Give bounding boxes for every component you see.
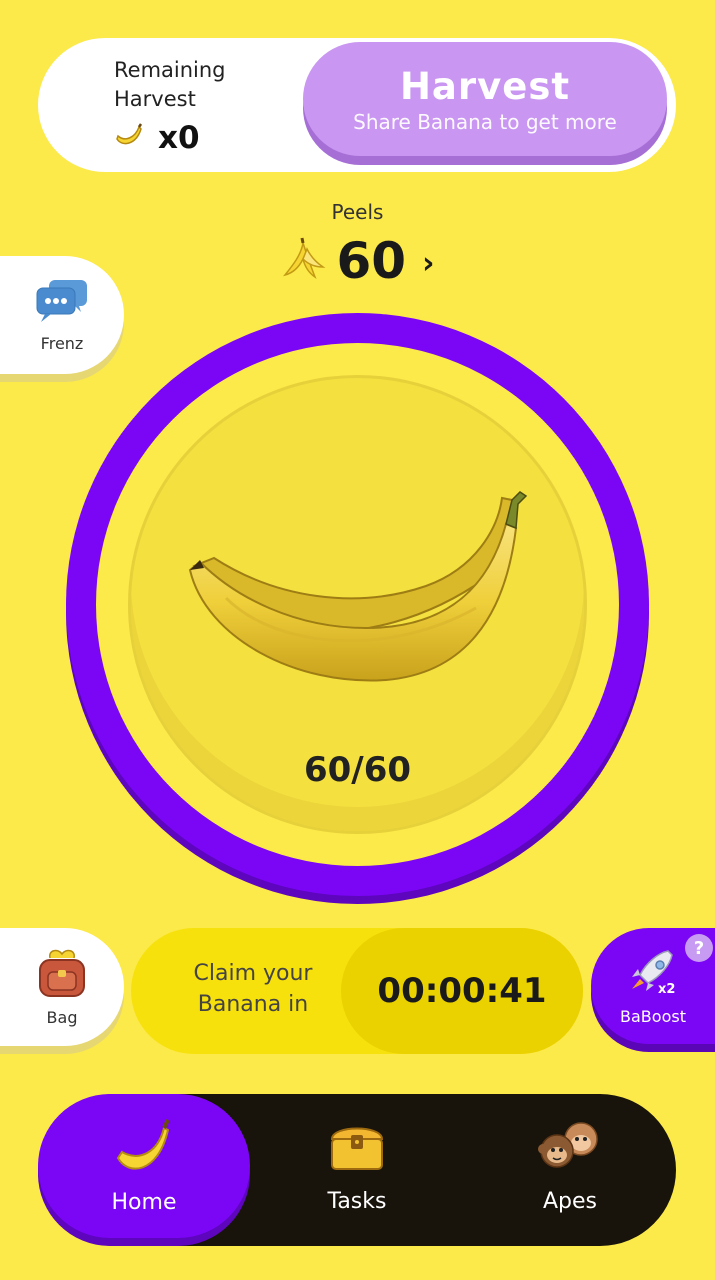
claim-timer: 00:00:41 [341, 928, 583, 1054]
bag-label: Bag [46, 1007, 78, 1027]
energy-counter: 60/60 [303, 750, 412, 790]
banana-icon [114, 1118, 174, 1180]
help-icon[interactable]: ? [685, 934, 713, 962]
baboost-label: BaBoost [620, 1006, 686, 1026]
bottom-nav: Home Tasks Apes [38, 1094, 676, 1246]
remaining-harvest-count: x0 [114, 120, 200, 156]
harvest-card: Remaining Harvest x0 Harvest Share Banan… [38, 38, 676, 172]
nav-tasks[interactable]: Tasks [254, 1094, 460, 1238]
nav-apes-label: Apes [542, 1188, 597, 1214]
harvest-button-subtitle: Share Banana to get more [353, 109, 617, 134]
chevron-right-icon: › [422, 245, 435, 281]
nav-apes[interactable]: Apes [464, 1094, 676, 1238]
banana-icon [186, 488, 531, 697]
banana-icon [114, 123, 144, 153]
harvest-button-title: Harvest [399, 64, 571, 108]
baboost-button[interactable]: ? x2 BaBoost [591, 928, 715, 1044]
chat-bubbles-icon [35, 278, 89, 328]
harvest-button[interactable]: Harvest Share Banana to get more [303, 42, 667, 156]
nav-home[interactable]: Home [38, 1094, 250, 1238]
banana-tap-area[interactable]: 60/60 [128, 375, 587, 834]
remaining-count-value: x0 [158, 120, 200, 156]
peels-value: 60 [336, 232, 407, 290]
treasure-chest-icon [328, 1119, 386, 1179]
frenz-button[interactable]: Frenz [0, 256, 124, 374]
peels-label: Peels [331, 200, 384, 224]
backpack-icon [36, 948, 88, 1002]
monkeys-icon [537, 1119, 603, 1179]
banana-ring: 60/60 [66, 313, 649, 896]
nav-home-label: Home [111, 1189, 177, 1215]
frenz-label: Frenz [40, 333, 84, 353]
remaining-harvest-label: Remaining Harvest [114, 58, 226, 111]
claim-bar[interactable]: Claim your Banana in 00:00:41 [131, 928, 583, 1054]
nav-tasks-label: Tasks [327, 1188, 387, 1214]
claim-label: Claim your Banana in [193, 961, 313, 1017]
boost-multiplier: x2 [658, 982, 675, 997]
banana-peel-icon [281, 237, 327, 285]
bag-button[interactable]: Bag [0, 928, 124, 1046]
rocket-icon: x2 [624, 947, 682, 1001]
